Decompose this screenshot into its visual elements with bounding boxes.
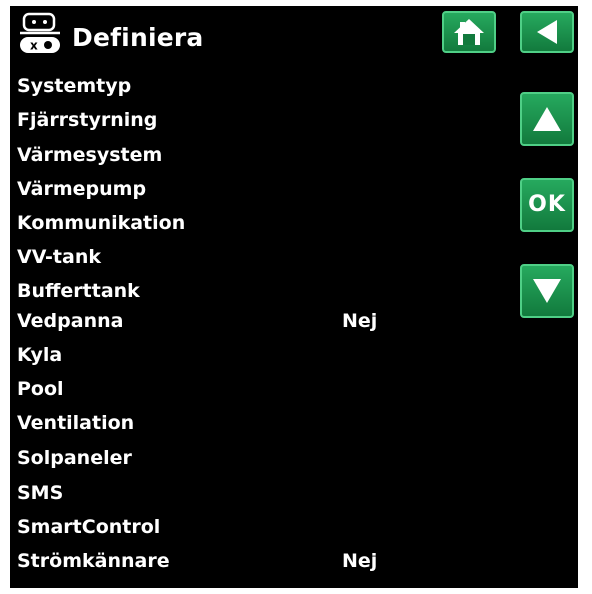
scroll-down-button[interactable]	[520, 264, 574, 318]
menu-item-label: SMS	[17, 482, 64, 504]
menu-item-label: Ventilation	[17, 412, 135, 434]
menu-item-vedpanna[interactable]: Vedpanna Nej	[17, 307, 417, 335]
menu-item-label: Kommunikation	[17, 212, 186, 234]
menu-item-bufferttank[interactable]: Bufferttank	[17, 277, 417, 305]
settings-panel-icon: x	[18, 12, 62, 56]
menu-item-vv-tank[interactable]: VV-tank	[17, 243, 417, 271]
menu-item-smartcontrol[interactable]: SmartControl	[17, 513, 417, 541]
menu-item-label: VV-tank	[17, 246, 101, 268]
menu-item-systemtyp[interactable]: Systemtyp	[17, 72, 417, 100]
ok-button[interactable]: OK	[520, 178, 574, 232]
svg-text:x: x	[30, 39, 38, 53]
menu-item-sms[interactable]: SMS	[17, 479, 417, 507]
ok-label: OK	[528, 192, 566, 217]
menu-item-label: Pool	[17, 378, 64, 400]
menu-item-value: Nej	[342, 310, 378, 332]
menu-item-pool[interactable]: Pool	[17, 375, 417, 403]
menu-item-label: Strömkännare	[17, 550, 170, 572]
menu-item-varmesystem[interactable]: Värmesystem	[17, 141, 417, 169]
menu-item-label: SmartControl	[17, 516, 161, 538]
home-button[interactable]	[442, 11, 496, 53]
menu-item-label: Värmepump	[17, 178, 147, 200]
menu-item-label: Vedpanna	[17, 310, 124, 332]
menu-item-label: Solpaneler	[17, 447, 132, 469]
menu-item-ventilation[interactable]: Ventilation	[17, 409, 417, 437]
home-icon	[454, 19, 484, 45]
menu-item-kommunikation[interactable]: Kommunikation	[17, 209, 417, 237]
menu-item-varmepump[interactable]: Värmepump	[17, 175, 417, 203]
scroll-up-button[interactable]	[520, 92, 574, 146]
menu-item-label: Kyla	[17, 344, 63, 366]
menu-item-value: Nej	[342, 550, 378, 572]
menu-item-label: Värmesystem	[17, 144, 163, 166]
menu-item-label: Systemtyp	[17, 75, 132, 97]
display-screen: x Definiera OK Systemtyp Fjärrstyrning V…	[10, 6, 578, 588]
up-arrow-icon	[533, 107, 561, 131]
menu-item-kyla[interactable]: Kyla	[17, 341, 417, 369]
page-title: Definiera	[72, 23, 204, 52]
menu-item-solpaneler[interactable]: Solpaneler	[17, 444, 417, 472]
menu-item-stromkannare[interactable]: Strömkännare Nej	[17, 547, 417, 575]
down-arrow-icon	[533, 279, 561, 303]
menu-item-label: Bufferttank	[17, 280, 140, 302]
back-button[interactable]	[520, 11, 574, 53]
menu-item-fjarrstyrning[interactable]: Fjärrstyrning	[17, 106, 417, 134]
menu-item-label: Fjärrstyrning	[17, 109, 158, 131]
back-arrow-icon	[537, 20, 557, 44]
